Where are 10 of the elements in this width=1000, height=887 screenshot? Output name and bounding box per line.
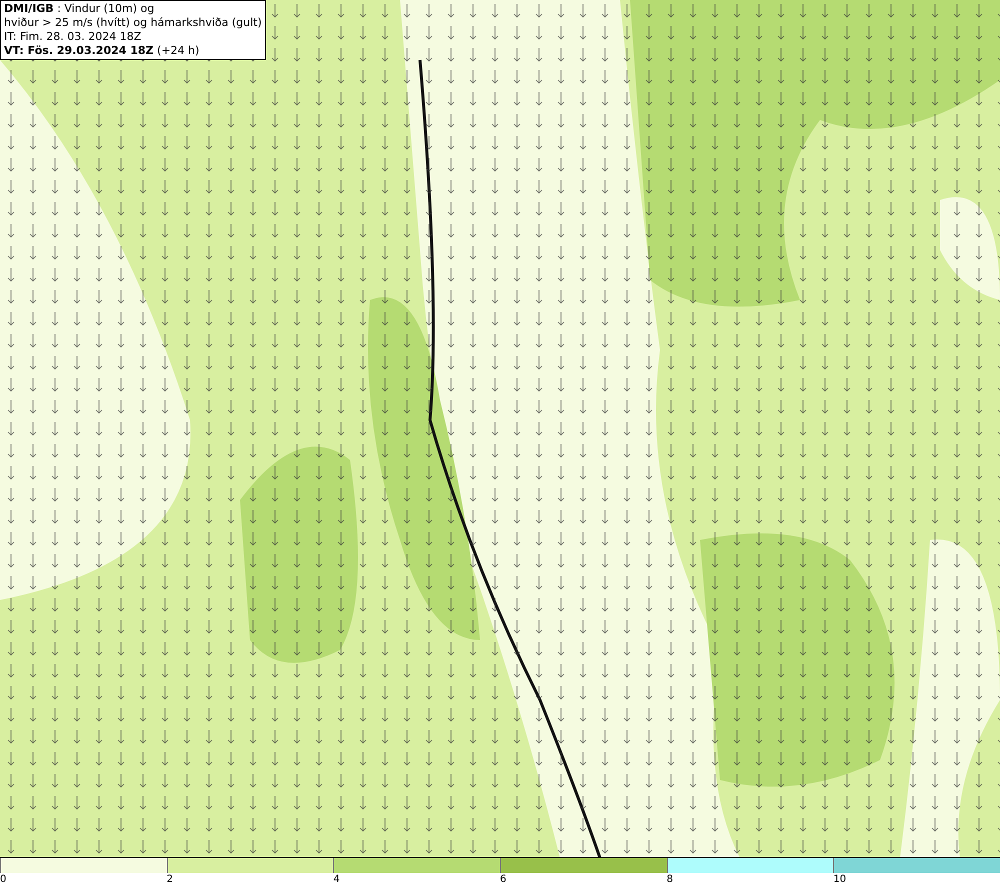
scale-label: 8 (666, 873, 674, 886)
scale-label: 4 (333, 873, 340, 886)
title-line: DMI/IGB : Vindur (10m) og (4, 2, 156, 16)
scale-label: 10 (833, 873, 846, 886)
title-line: VT: Fös. 29.03.2024 18Z (+24 h) (4, 44, 200, 58)
scale-label: 2 (166, 873, 174, 886)
scale-label: 0 (0, 873, 6, 886)
title-line: hviður > 25 m/s (hvítt) og hámarkshviða (gult) (4, 16, 262, 30)
title-line: IT: Fim. 28. 03. 2024 18Z (4, 30, 142, 44)
scale-label: 6 (500, 873, 506, 886)
